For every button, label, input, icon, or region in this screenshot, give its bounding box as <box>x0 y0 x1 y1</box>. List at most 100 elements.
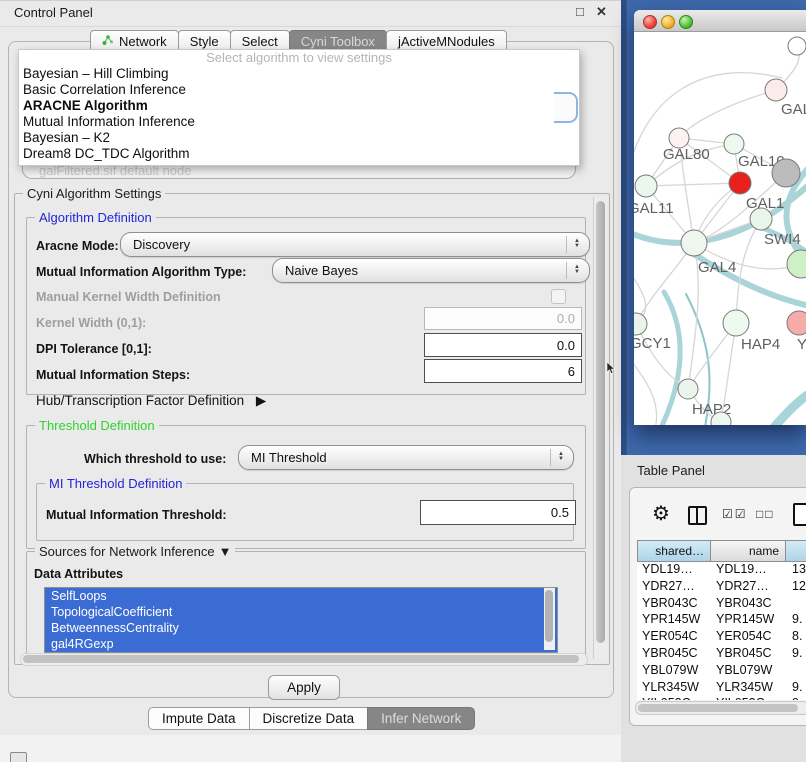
table-row[interactable]: YBR045CYBR045C9. <box>637 646 806 663</box>
table-cell[interactable] <box>787 663 806 680</box>
table-cell[interactable]: YLR345W <box>711 680 787 697</box>
attribute-list-item[interactable]: TopologicalCoefficient <box>45 604 557 620</box>
apply-button[interactable]: Apply <box>268 675 340 700</box>
table-cell[interactable]: YER054C <box>637 629 711 646</box>
table-cell[interactable]: YDR27… <box>711 579 787 596</box>
column-header-name[interactable]: name <box>710 540 786 562</box>
network-node[interactable] <box>788 37 806 55</box>
table-cell[interactable]: YLR345W <box>637 680 711 697</box>
split-columns-icon[interactable] <box>688 506 707 525</box>
table-hscroll-thumb[interactable] <box>638 704 798 712</box>
attribute-list-item[interactable]: SelfLoops <box>45 588 557 604</box>
algorithm-option[interactable]: Basic Correlation Inference <box>19 82 579 98</box>
which-threshold-combo[interactable]: MI Threshold ▲▼ <box>238 445 574 470</box>
tab-infer-network[interactable]: Infer Network <box>367 707 475 730</box>
mi-type-combo[interactable]: Naive Bayes ▲▼ <box>272 258 590 283</box>
table-row[interactable]: YPR145WYPR145W9. <box>637 612 806 629</box>
table-cell[interactable]: YDR27… <box>637 579 711 596</box>
network-node-gal11[interactable] <box>635 175 657 197</box>
network-node-gal1[interactable] <box>729 172 751 194</box>
network-node[interactable] <box>772 159 800 187</box>
table-row[interactable]: YBL079WYBL079W <box>637 663 806 680</box>
table-cell[interactable]: YBR043C <box>711 596 787 613</box>
table-cell[interactable]: 9. <box>787 696 806 700</box>
network-node-gal80[interactable] <box>669 128 689 148</box>
hub-definition-expander[interactable]: Hub/Transcription Factor Definition ▶ <box>36 393 266 409</box>
table-cell[interactable]: YBR043C <box>637 596 711 613</box>
algorithm-option[interactable]: Bayesian – Hill Climbing <box>19 66 579 82</box>
table-cell[interactable]: 8. <box>787 629 806 646</box>
table-cell[interactable]: 9. <box>787 646 806 663</box>
network-node-gal7[interactable] <box>765 79 787 101</box>
data-attributes-list[interactable]: SelfLoopsTopologicalCoefficientBetweenne… <box>44 587 558 653</box>
tab-discretize-data[interactable]: Discretize Data <box>249 707 369 730</box>
network-node-swi4[interactable] <box>750 208 772 230</box>
mi-steps-field[interactable]: 6 <box>424 359 582 383</box>
attribute-list-item[interactable]: gal4RGexp <box>45 636 557 652</box>
zoom-traffic-light[interactable] <box>679 15 693 29</box>
attributes-scrollbar[interactable] <box>544 588 555 650</box>
gear-icon[interactable]: ⚙ <box>652 501 670 526</box>
table-row[interactable]: YBR043CYBR043C <box>637 596 806 613</box>
function-builder-icon[interactable] <box>793 503 806 526</box>
algorithm-option[interactable]: ARACNE Algorithm <box>19 98 579 114</box>
table-cell[interactable]: YBL079W <box>711 663 787 680</box>
table-cell[interactable]: YBR045C <box>637 646 711 663</box>
settings-scroll-thumb[interactable] <box>596 201 605 643</box>
collapse-down-icon[interactable]: ▼ <box>219 544 232 559</box>
tab-impute-data[interactable]: Impute Data <box>148 707 250 730</box>
settings-horizontal-scrollbar[interactable] <box>20 653 588 666</box>
dpi-tolerance-field[interactable]: 0.0 <box>424 333 582 357</box>
column-header-shared[interactable]: shared… <box>637 540 711 562</box>
settings-vertical-scrollbar[interactable] <box>593 197 607 659</box>
table-cell[interactable]: YPR145W <box>637 612 711 629</box>
close-window-icon[interactable]: ✕ <box>596 4 607 20</box>
algorithm-option[interactable]: Dream8 DC_TDC Algorithm <box>19 146 579 162</box>
table-cell[interactable]: YIL052C <box>711 696 787 700</box>
settings-hscroll-thumb[interactable] <box>23 655 579 663</box>
table-row[interactable]: YER054CYER054C8. <box>637 629 806 646</box>
table-cell[interactable]: YPR145W <box>711 612 787 629</box>
network-node-y[interactable] <box>787 311 806 335</box>
network-node-gal10[interactable] <box>724 134 744 154</box>
network-node-hap2[interactable] <box>678 379 698 399</box>
mi-threshold-field[interactable]: 0.5 <box>420 500 576 525</box>
aracne-mode-combo[interactable]: Discovery ▲▼ <box>120 232 590 257</box>
minimized-panel-icon[interactable] <box>10 752 27 762</box>
table-cell[interactable]: YER054C <box>711 629 787 646</box>
minimize-traffic-light[interactable] <box>661 15 675 29</box>
table-row[interactable]: YIL052CYIL052C9. <box>637 696 806 700</box>
table-row[interactable]: YLR345WYLR345W9. <box>637 680 806 697</box>
table-cell[interactable]: 13 <box>787 562 806 579</box>
table-cell[interactable] <box>787 596 806 613</box>
table-cell[interactable]: 9. <box>787 612 806 629</box>
kernel-width-field[interactable]: 0.0 <box>424 307 582 330</box>
select-all-icon[interactable]: ☑☑ <box>722 507 748 521</box>
table-cell[interactable]: YDL19… <box>711 562 787 579</box>
network-canvas[interactable]: GAL7GAL80GAL10GAL1GAL11SWI4GAL4GCY1HAP4Y… <box>634 32 806 425</box>
table-horizontal-scrollbar[interactable] <box>635 701 806 715</box>
table-cell[interactable]: YBL079W <box>637 663 711 680</box>
network-node-gcy1[interactable] <box>634 313 647 335</box>
algorithm-option[interactable]: Bayesian – K2 <box>19 130 579 146</box>
table-cell[interactable]: 12 <box>787 579 806 596</box>
close-traffic-light[interactable] <box>643 15 657 29</box>
column-header-partial[interactable] <box>785 540 806 562</box>
table-row[interactable]: YDR27…YDR27…12 <box>637 579 806 596</box>
network-node-gal4[interactable] <box>681 230 707 256</box>
algorithm-option[interactable]: Mutual Information Inference <box>19 114 579 130</box>
attribute-list-item[interactable]: BetweennessCentrality <box>45 620 557 636</box>
network-window-titlebar[interactable] <box>634 10 806 32</box>
table-cell[interactable]: YDL19… <box>637 562 711 579</box>
network-node[interactable] <box>787 250 806 278</box>
table-cell[interactable]: YIL052C <box>637 696 711 700</box>
expand-right-icon[interactable]: ▶ <box>256 393 266 408</box>
manual-kernel-checkbox[interactable] <box>551 289 566 304</box>
network-node-hap4[interactable] <box>723 310 749 336</box>
float-window-icon[interactable]: □ <box>576 4 584 19</box>
table-cell[interactable]: 9. <box>787 680 806 697</box>
attributes-scroll-thumb[interactable] <box>545 590 553 642</box>
table-cell[interactable]: YBR045C <box>711 646 787 663</box>
table-row[interactable]: YDL19…YDL19…13 <box>637 562 806 579</box>
deselect-all-icon[interactable]: □□ <box>756 507 775 521</box>
